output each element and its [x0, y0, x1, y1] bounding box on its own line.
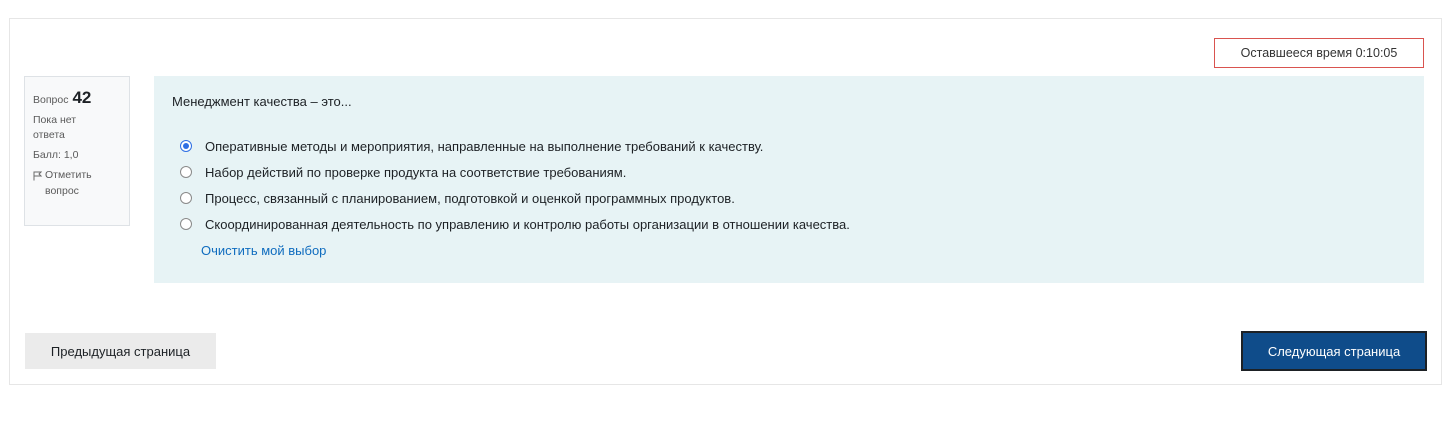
answer-option[interactable]: Скоординированная деятельность по управл… [172, 211, 1406, 237]
question-number-row: Вопрос 42 [33, 85, 121, 111]
question-number: 42 [72, 88, 92, 107]
time-remaining-indicator: Оставшееся время 0:10:05 [1214, 38, 1424, 68]
answer-label[interactable]: Набор действий по проверке продукта на с… [205, 165, 626, 180]
next-page-button[interactable]: Следующая страница [1241, 331, 1427, 371]
question-content: Менеджмент качества – это... Оперативные… [154, 76, 1424, 283]
flag-question-label: Отметить вопрос [45, 168, 92, 200]
answer-label[interactable]: Процесс, связанный с планированием, подг… [205, 191, 735, 206]
flag-question-button[interactable]: Отметить вопрос [33, 168, 121, 200]
previous-page-button[interactable]: Предыдущая страница [25, 333, 216, 369]
answer-radio[interactable] [180, 218, 192, 230]
time-remaining-text: Оставшееся время 0:10:05 [1240, 46, 1398, 60]
answer-option[interactable]: Процесс, связанный с планированием, подг… [172, 185, 1406, 211]
answer-radio[interactable] [180, 140, 192, 152]
answer-radio[interactable] [180, 166, 192, 178]
answer-option[interactable]: Оперативные методы и мероприятия, направ… [172, 133, 1406, 159]
question-text: Менеджмент качества – это... [172, 94, 352, 109]
question-info-panel: Вопрос 42 Пока нет ответа Балл: 1,0 Отме… [24, 76, 130, 226]
flag-icon [33, 171, 42, 181]
question-state-line1: Пока нет [33, 113, 77, 126]
question-grade: Балл: 1,0 [33, 149, 79, 161]
answer-option[interactable]: Набор действий по проверке продукта на с… [172, 159, 1406, 185]
clear-choice-link[interactable]: Очистить мой выбор [201, 243, 326, 258]
question-state: Пока нет ответа [33, 113, 121, 145]
question-state-line2: ответа [33, 129, 65, 142]
question-label: Вопрос [33, 94, 69, 106]
flag-question-label-line1: Отметить [45, 168, 92, 181]
answer-radio[interactable] [180, 192, 192, 204]
answer-list: Оперативные методы и мероприятия, направ… [172, 133, 1406, 237]
answer-label[interactable]: Скоординированная деятельность по управл… [205, 217, 850, 232]
answer-label[interactable]: Оперативные методы и мероприятия, направ… [205, 139, 763, 154]
flag-question-label-line2: вопрос [45, 184, 79, 197]
